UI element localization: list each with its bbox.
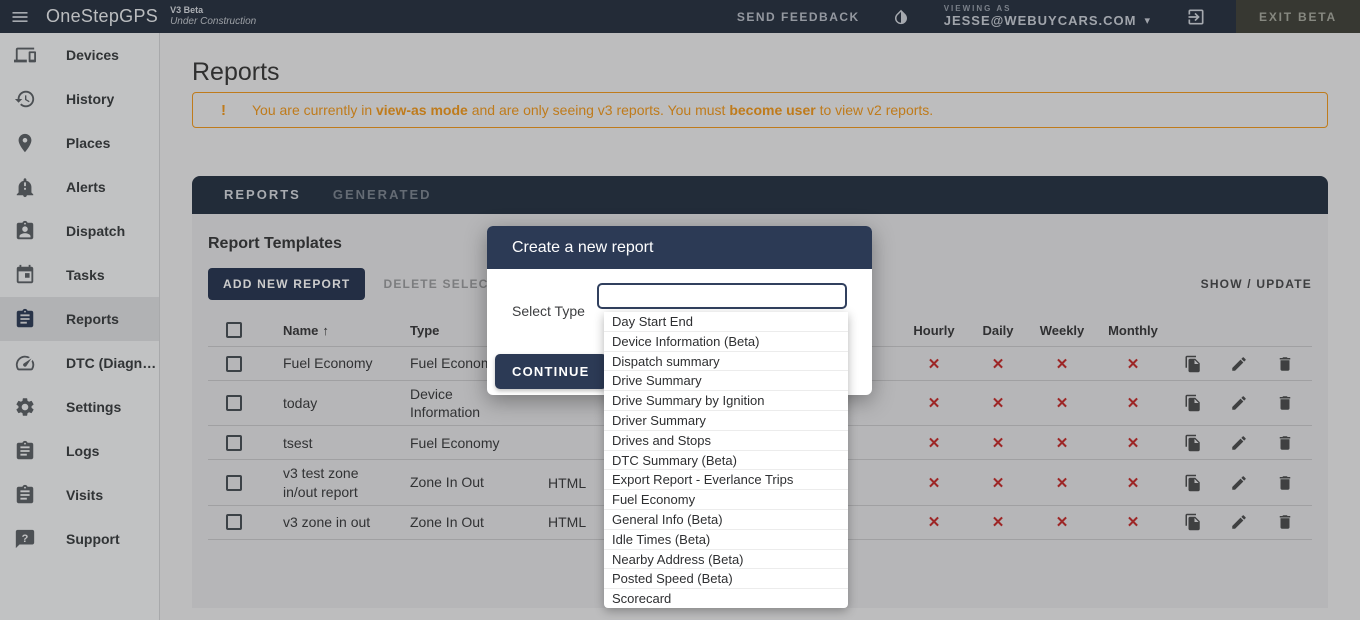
dropdown-option[interactable]: Fuel Economy (604, 490, 848, 510)
dropdown-option[interactable]: DTC Summary (Beta) (604, 451, 848, 471)
select-type-label: Select Type (512, 303, 585, 319)
continue-button[interactable]: CONTINUE (495, 354, 607, 389)
dropdown-option[interactable]: Driver Summary (604, 411, 848, 431)
dropdown-option[interactable]: Drive Summary (604, 371, 848, 391)
modal-title: Create a new report (487, 226, 872, 269)
dropdown-option[interactable]: Device Information (Beta) (604, 332, 848, 352)
dropdown-option[interactable]: Scorecard (604, 589, 848, 608)
dropdown-option[interactable]: Dispatch summary (604, 352, 848, 372)
select-type-input[interactable] (597, 283, 847, 309)
dropdown-option[interactable]: Export Report - Everlance Trips (604, 470, 848, 490)
dropdown-option[interactable]: Posted Speed (Beta) (604, 569, 848, 589)
dropdown-option[interactable]: General Info (Beta) (604, 510, 848, 530)
dropdown-option[interactable]: Idle Times (Beta) (604, 530, 848, 550)
dropdown-option[interactable]: Day Start End (604, 312, 848, 332)
dropdown-option[interactable]: Drives and Stops (604, 431, 848, 451)
report-type-dropdown: Day Start EndDevice Information (Beta)Di… (604, 312, 848, 608)
dropdown-option[interactable]: Nearby Address (Beta) (604, 550, 848, 570)
dropdown-option[interactable]: Drive Summary by Ignition (604, 391, 848, 411)
